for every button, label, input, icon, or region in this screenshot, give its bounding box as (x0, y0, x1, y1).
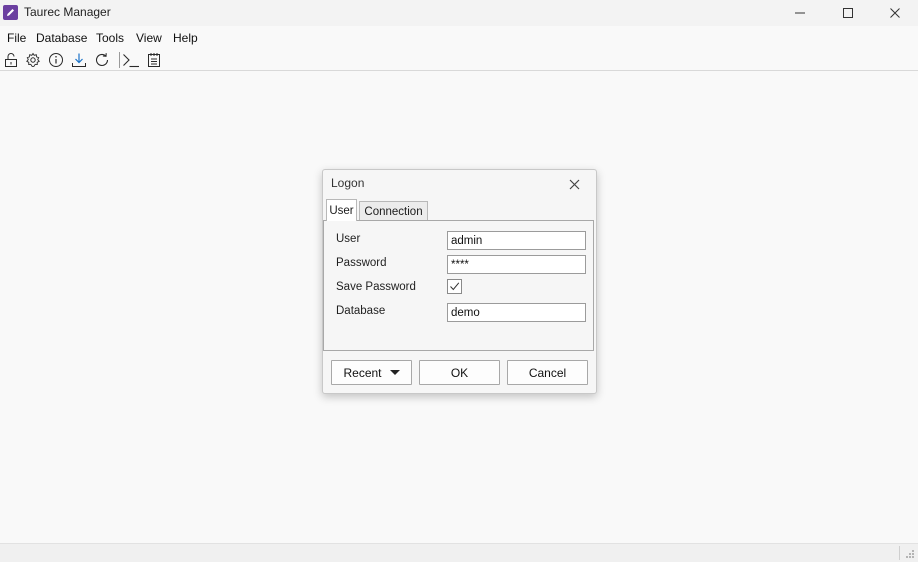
close-window-button[interactable] (872, 0, 918, 26)
maximize-icon (843, 8, 853, 18)
chevron-down-icon (389, 370, 400, 375)
save-password-label: Save Password (336, 281, 416, 293)
recent-button-label: Recent (343, 365, 382, 380)
password-input[interactable] (447, 255, 586, 274)
user-input[interactable] (447, 231, 586, 250)
menu-help[interactable]: Help (173, 31, 198, 45)
console-button[interactable] (121, 50, 141, 70)
save-password-checkbox[interactable] (447, 279, 462, 294)
toolbar-border (0, 70, 918, 71)
menu-view[interactable]: View (136, 31, 162, 45)
title-bar[interactable]: Taurec Manager (0, 0, 918, 26)
user-label: User (336, 233, 361, 245)
status-bar (0, 543, 918, 562)
refresh-button[interactable] (92, 50, 112, 70)
minimize-icon (795, 12, 805, 14)
terminal-icon (123, 54, 139, 68)
ok-button[interactable]: OK (419, 360, 500, 385)
close-icon (569, 179, 579, 189)
tab-user[interactable]: User (326, 199, 357, 221)
info-icon (49, 53, 63, 67)
logon-dialog: Logon User Connection User Password Save… (322, 169, 597, 394)
notepad-icon (148, 53, 160, 67)
maximize-button[interactable] (825, 0, 871, 26)
menu-database[interactable]: Database (36, 31, 87, 45)
minimize-button[interactable] (777, 0, 823, 26)
status-separator (899, 546, 900, 560)
dialog-title: Logon (331, 176, 365, 190)
resize-grip-icon[interactable] (904, 548, 915, 559)
dialog-close-button[interactable] (565, 176, 583, 192)
notes-button[interactable] (144, 50, 164, 70)
unlock-icon (5, 53, 17, 67)
settings-button[interactable] (23, 50, 43, 70)
database-input[interactable] (447, 303, 586, 322)
download-button[interactable] (69, 50, 89, 70)
menu-file[interactable]: File (7, 31, 26, 45)
app-icon (3, 5, 18, 20)
toolbar-separator (119, 52, 120, 68)
menu-tools[interactable]: Tools (96, 31, 124, 45)
cancel-button[interactable]: Cancel (507, 360, 588, 385)
toolbar (0, 50, 918, 70)
tab-connection[interactable]: Connection (359, 201, 428, 221)
download-icon (72, 53, 86, 67)
recent-button[interactable]: Recent (331, 360, 412, 385)
window-title: Taurec Manager (24, 5, 111, 19)
password-label: Password (336, 257, 387, 269)
user-tab-panel: User Password Save Password Database (323, 220, 594, 351)
refresh-icon (95, 53, 109, 66)
close-icon (890, 8, 900, 18)
info-button[interactable] (46, 50, 66, 70)
checkmark-icon (450, 282, 460, 291)
unlock-button[interactable] (1, 50, 21, 70)
gear-icon (26, 52, 40, 67)
database-label: Database (336, 305, 386, 317)
